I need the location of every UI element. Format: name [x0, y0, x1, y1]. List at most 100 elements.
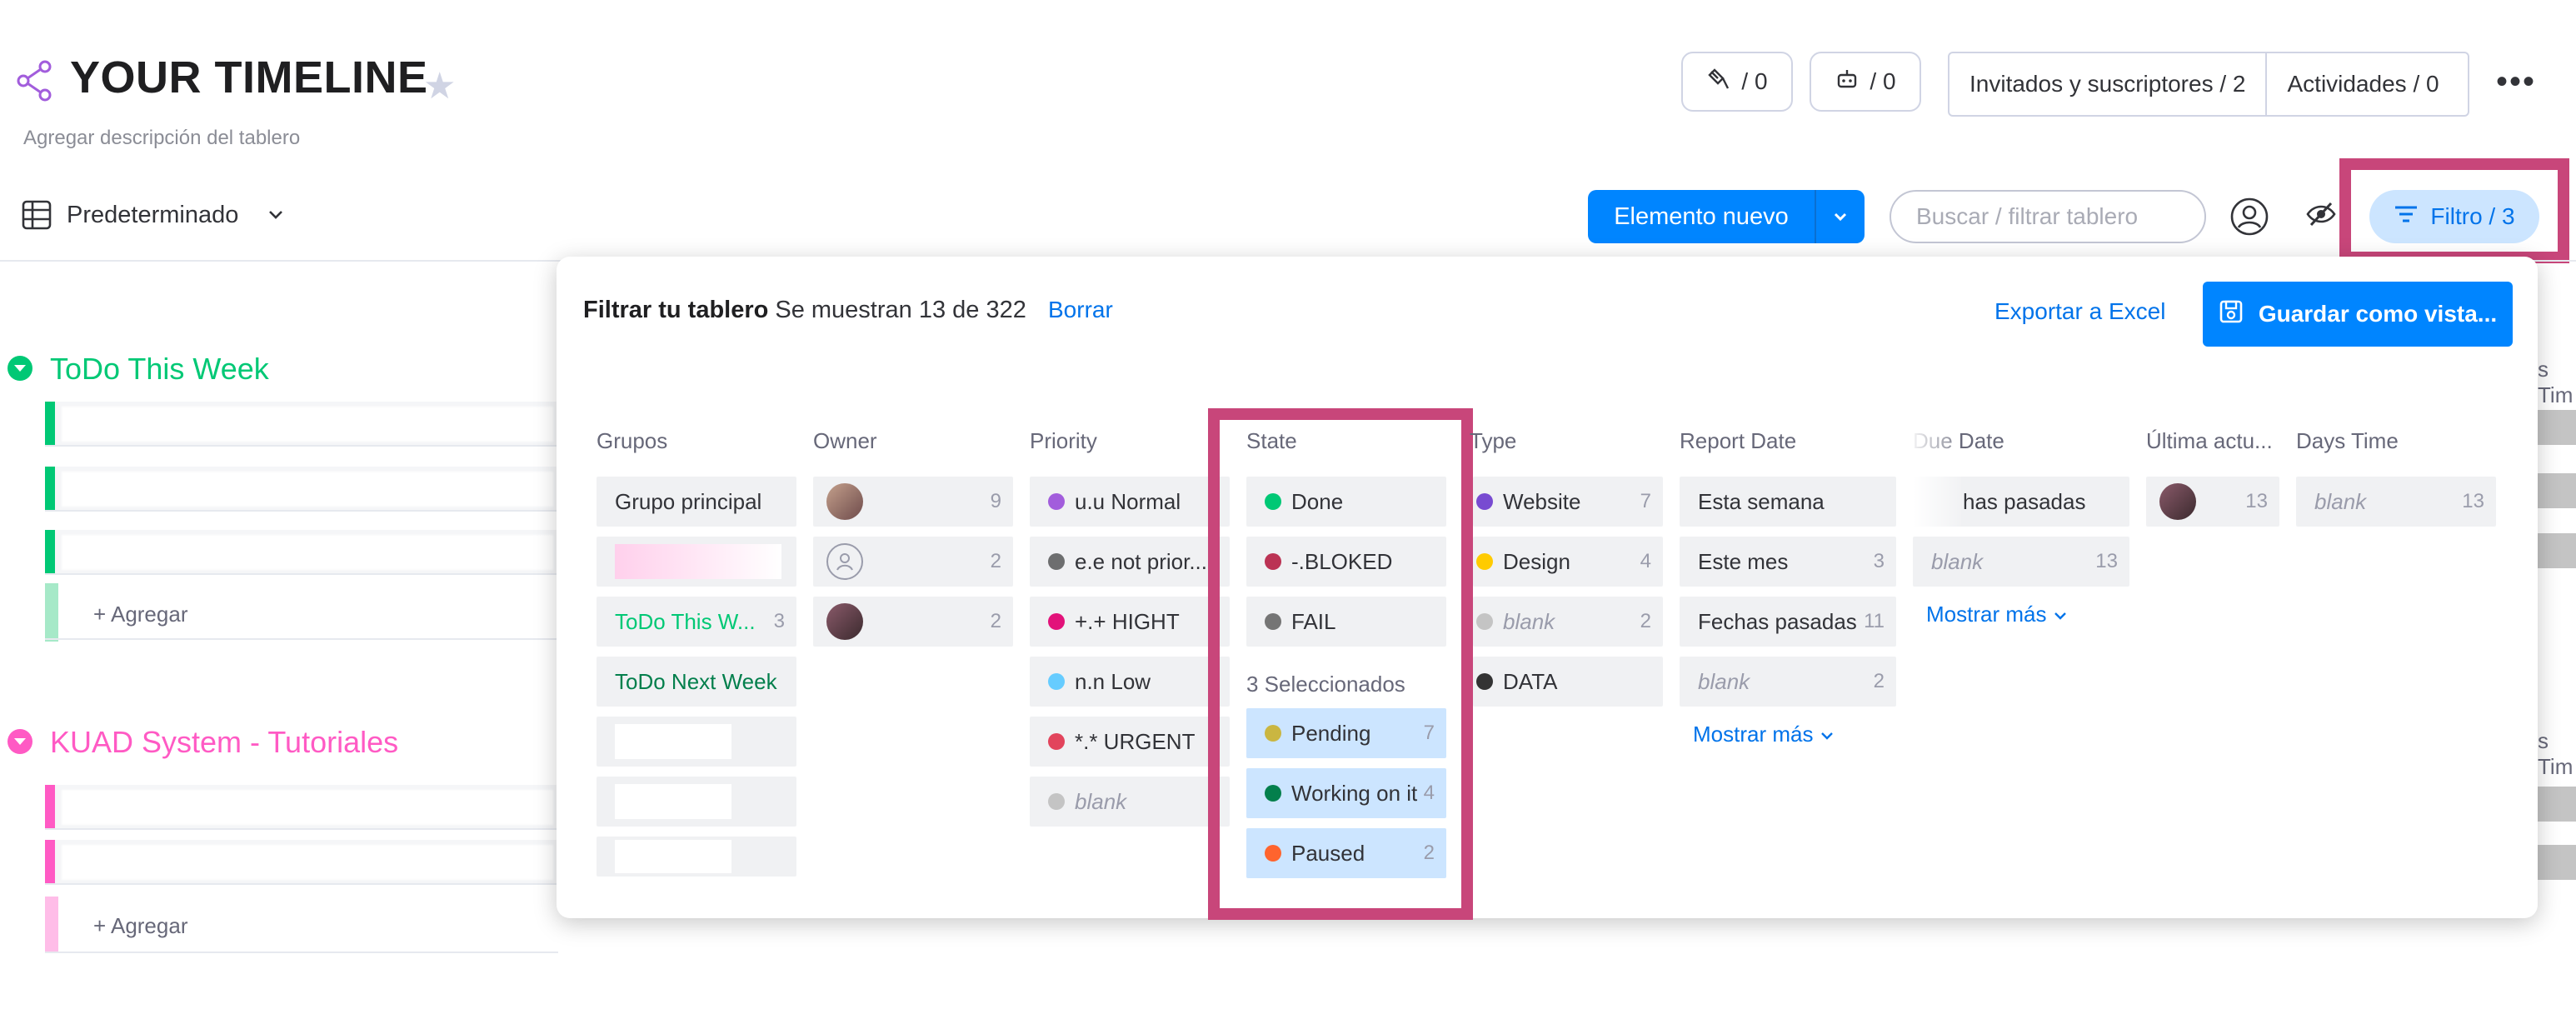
- blurred-group-swatch: [615, 840, 731, 873]
- filter-chip-priority[interactable]: +.+ HIGHT: [1030, 597, 1230, 647]
- column-header: Type: [1470, 428, 1517, 453]
- column-header: Priority: [1030, 428, 1097, 453]
- status-dot: [1048, 613, 1065, 630]
- view-selector-label[interactable]: Predeterminado: [67, 202, 238, 229]
- board-activity-box: Invitados y suscriptores / 2 Actividades…: [1948, 52, 2469, 117]
- chevron-down-icon[interactable]: [1816, 207, 1865, 227]
- chip-label: Fechas pasadas: [1698, 608, 1857, 634]
- board-title[interactable]: YOUR TIMELINE: [70, 52, 428, 103]
- share-icon[interactable]: [15, 60, 53, 106]
- show-more-link[interactable]: Mostrar más: [1926, 602, 2068, 627]
- filter-chip-days-time[interactable]: blank 13: [2296, 477, 2496, 527]
- table-icon: [22, 200, 52, 234]
- board-description[interactable]: Agregar descripción del tablero: [23, 127, 300, 150]
- new-item-button[interactable]: Elemento nuevo: [1588, 190, 1865, 243]
- guests-subscribers-button[interactable]: Invitados y suscriptores / 2: [1949, 71, 2265, 97]
- filter-chip-group[interactable]: [597, 537, 796, 587]
- filter-chip-group[interactable]: [597, 777, 796, 827]
- table-row[interactable]: [45, 402, 558, 447]
- filter-chip-type[interactable]: Website 7: [1473, 477, 1663, 527]
- add-item-button[interactable]: + Agregar: [93, 913, 187, 939]
- robot-icon: [1835, 67, 1860, 97]
- filter-chip-due-date[interactable]: blank 13: [1913, 537, 2129, 587]
- filter-chip-group[interactable]: [597, 837, 796, 877]
- favorite-star-icon[interactable]: ★: [423, 65, 456, 107]
- table-row[interactable]: [45, 840, 558, 885]
- integrations-count: / 0: [1741, 68, 1768, 94]
- chip-count: 13: [2462, 490, 2484, 512]
- group-title-todo-this-week[interactable]: ToDo This Week: [50, 352, 269, 387]
- chip-label: DATA: [1503, 668, 1558, 694]
- chip-label: *.* URGENT: [1075, 728, 1196, 754]
- filter-chip-type[interactable]: Design 4: [1473, 537, 1663, 587]
- show-more-link[interactable]: Mostrar más: [1693, 722, 1835, 747]
- integrations-button[interactable]: / 0: [1681, 52, 1793, 112]
- filter-chip-priority[interactable]: u.u Normal: [1030, 477, 1230, 527]
- filter-chip-report-date[interactable]: Este mes 3: [1680, 537, 1896, 587]
- integrations-icon: [1706, 67, 1731, 97]
- status-dot: [1048, 493, 1065, 510]
- search-input[interactable]: Buscar / filtrar tablero: [1890, 190, 2206, 243]
- clear-filters-link[interactable]: Borrar: [1048, 297, 1113, 323]
- blurred-group-swatch: [615, 724, 731, 759]
- chip-count: 7: [1640, 490, 1651, 512]
- chip-label: blank: [2314, 488, 2367, 514]
- more-options-icon[interactable]: •••: [2496, 63, 2536, 101]
- avatar: [2159, 483, 2196, 520]
- filter-column-priority: Priority: [1030, 428, 1230, 462]
- chip-count: 13: [2095, 550, 2118, 572]
- filter-chip-owner[interactable]: 9: [813, 477, 1013, 527]
- filter-chip-group[interactable]: Grupo principal: [597, 477, 796, 527]
- export-excel-link[interactable]: Exportar a Excel: [1994, 298, 2165, 325]
- column-header: Days Time: [2296, 428, 2399, 453]
- status-dot: [1048, 793, 1065, 810]
- filter-chip-type[interactable]: blank 2: [1473, 597, 1663, 647]
- new-item-label: Elemento nuevo: [1614, 202, 1789, 230]
- filter-chip-priority[interactable]: n.n Low: [1030, 657, 1230, 707]
- filter-chip-type[interactable]: DATA: [1473, 657, 1663, 707]
- cell-edge: [2538, 410, 2576, 445]
- filter-chip-report-date[interactable]: Fechas pasadas 11: [1680, 597, 1896, 647]
- chip-count: 3: [1873, 550, 1885, 572]
- filter-chip-priority[interactable]: blank: [1030, 777, 1230, 827]
- filter-chip-priority[interactable]: e.e not prior...: [1030, 537, 1230, 587]
- automations-button[interactable]: / 0: [1810, 52, 1921, 112]
- add-item-button[interactable]: + Agregar: [93, 602, 187, 627]
- status-dot: [1476, 613, 1493, 630]
- status-dot: [1476, 553, 1493, 570]
- chip-count: 2: [990, 610, 1001, 632]
- automations-count: / 0: [1870, 68, 1896, 94]
- group-collapse-icon[interactable]: [7, 355, 33, 386]
- table-row[interactable]: [45, 785, 558, 830]
- table-row[interactable]: [45, 467, 558, 512]
- filter-chip-group[interactable]: ToDo This W... 3: [597, 597, 796, 647]
- filter-chip-group[interactable]: ToDo Next Week: [597, 657, 796, 707]
- chip-label: Este mes: [1698, 548, 1789, 574]
- chip-count: 3: [773, 610, 785, 632]
- filter-chip-owner[interactable]: 2: [813, 537, 1013, 587]
- chevron-down-icon[interactable]: [265, 203, 287, 229]
- column-header: Report Date: [1680, 428, 1797, 453]
- filter-chip-priority[interactable]: *.* URGENT: [1030, 717, 1230, 767]
- chip-count: 2: [1640, 610, 1651, 632]
- filter-chip-last-update[interactable]: 13: [2146, 477, 2279, 527]
- chip-label: blank: [1698, 668, 1750, 694]
- filter-chip-group[interactable]: [597, 717, 796, 767]
- filter-chip-owner[interactable]: 2: [813, 597, 1013, 647]
- group-title-kuad-tutoriales[interactable]: KUAD System - Tutoriales: [50, 725, 398, 760]
- filter-chip-report-date[interactable]: blank 2: [1680, 657, 1896, 707]
- chip-count: 2: [1873, 670, 1885, 692]
- chip-label: n.n Low: [1075, 668, 1151, 694]
- cell-edge: [2538, 845, 2576, 880]
- filter-column-last-update: Última actu...: [2146, 428, 2279, 462]
- activities-button[interactable]: Actividades / 0: [2267, 71, 2459, 97]
- person-filter-icon[interactable]: [2229, 197, 2269, 241]
- hide-columns-icon[interactable]: [2306, 202, 2336, 231]
- filter-chip-report-date[interactable]: Esta semana: [1680, 477, 1896, 527]
- save-as-view-button[interactable]: Guardar como vista...: [2203, 282, 2513, 347]
- group-collapse-icon[interactable]: [7, 728, 33, 759]
- group-bar-ghost: [45, 897, 58, 953]
- chip-label: u.u Normal: [1075, 488, 1181, 514]
- table-row[interactable]: [45, 530, 558, 575]
- state-highlight-frame: [1208, 408, 1473, 920]
